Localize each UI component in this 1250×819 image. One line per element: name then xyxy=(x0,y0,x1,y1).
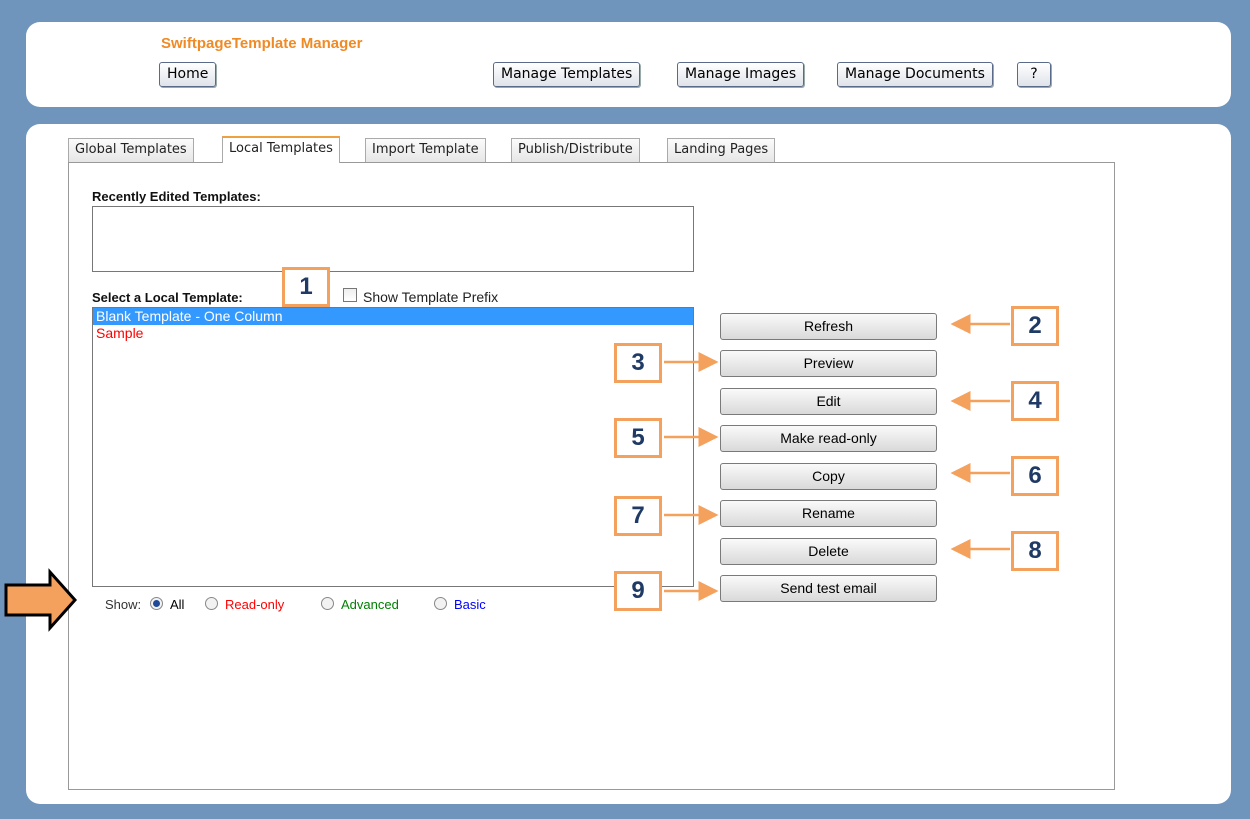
callout-5: 5 xyxy=(614,418,662,458)
callout-4: 4 xyxy=(1011,381,1059,421)
callout-arrows xyxy=(4,314,1010,632)
callout-6: 6 xyxy=(1011,456,1059,496)
callout-1: 1 xyxy=(282,267,330,307)
callout-7: 7 xyxy=(614,496,662,536)
callout-2: 2 xyxy=(1011,306,1059,346)
pointer-arrow-icon xyxy=(4,568,78,632)
callout-8: 8 xyxy=(1011,531,1059,571)
callout-3: 3 xyxy=(614,343,662,383)
callout-9: 9 xyxy=(614,571,662,611)
